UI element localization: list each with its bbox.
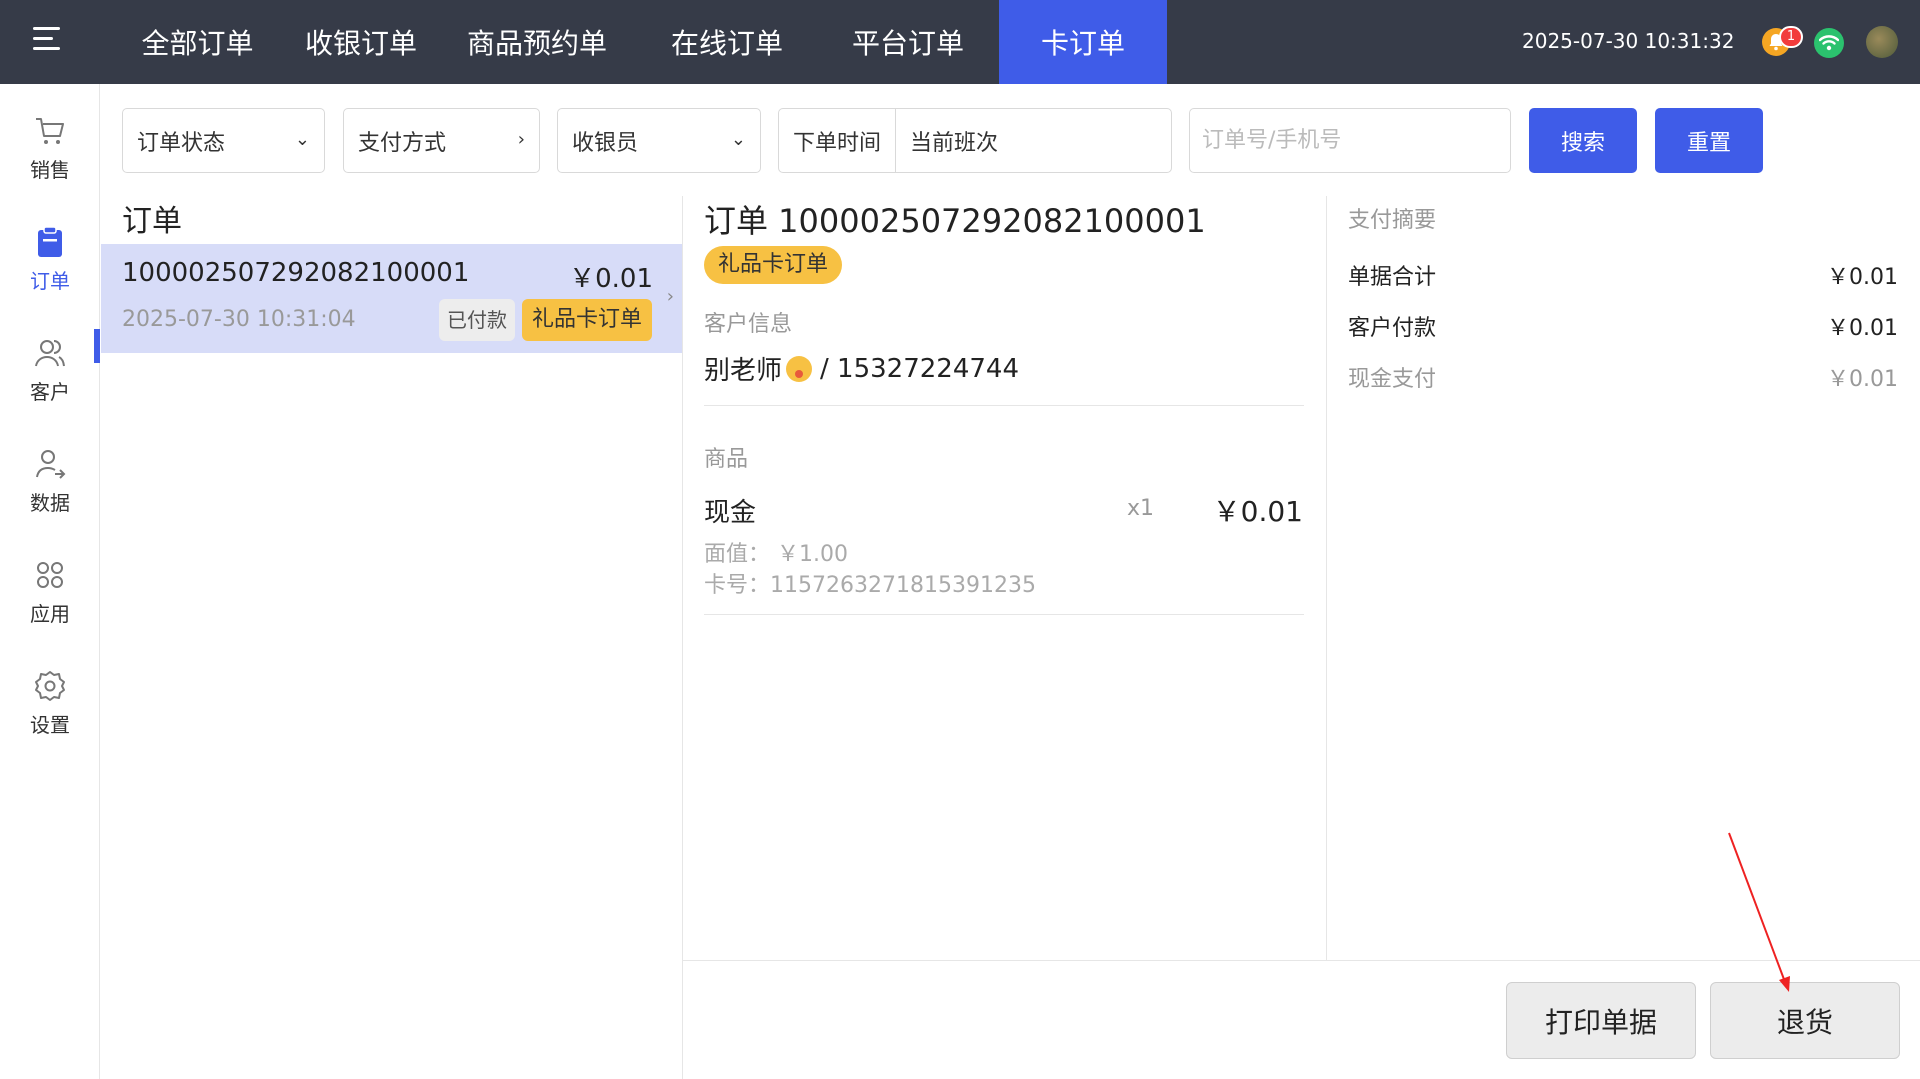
print-receipt-button[interactable]: 打印单据 <box>1506 982 1696 1059</box>
detail-title: 订单 100002507292082100001 <box>704 202 1206 240</box>
customer-info[interactable]: 别老师 / 15327224744 <box>704 350 1019 387</box>
cart-icon <box>36 118 64 144</box>
goods-label: 商品 <box>704 447 749 472</box>
order-type-badge: 礼品卡订单 <box>522 299 653 341</box>
payment-summary-title: 支付摘要 <box>1348 208 1437 233</box>
tab-online-orders[interactable]: 在线订单 <box>637 0 817 84</box>
active-indicator <box>94 329 100 363</box>
total-label: 单据合计 <box>1348 265 1437 290</box>
total-value: ￥0.01 <box>1827 265 1898 290</box>
payment-method-select[interactable]: 支付方式 › <box>343 108 540 173</box>
user-avatar[interactable] <box>1866 26 1898 58</box>
order-type-badge: 礼品卡订单 <box>704 246 843 284</box>
cashier-select[interactable]: 收银员 ⌄ <box>557 108 761 173</box>
customer-paid-label: 客户付款 <box>1348 316 1437 341</box>
item-quantity: x1 <box>1127 496 1155 521</box>
item-price: ￥0.01 <box>1212 495 1303 528</box>
apps-icon <box>37 562 63 588</box>
order-status-label: 订单状态 <box>137 130 226 156</box>
user-data-icon <box>36 450 66 479</box>
order-status-select[interactable]: 订单状态 ⌄ <box>122 108 325 173</box>
divider <box>704 614 1304 615</box>
top-bar: 全部订单 收银订单 商品预约单 在线订单 平台订单 卡订单 2025-07-30… <box>0 0 1920 84</box>
sidebar-label-settings: 设置 <box>30 713 70 737</box>
divider <box>682 196 683 1079</box>
chevron-down-icon: ⌄ <box>730 129 746 150</box>
sidebar-label-sales: 销售 <box>30 158 70 182</box>
sidebar-label-apps: 应用 <box>30 602 70 626</box>
sidebar-label-orders: 订单 <box>30 269 70 293</box>
tab-card-orders[interactable]: 卡订单 <box>999 0 1167 84</box>
sidebar: 销售 订单 客户 数据 应用 设置 <box>0 84 100 1079</box>
gear-icon <box>35 671 65 701</box>
sidebar-label-data: 数据 <box>30 491 70 515</box>
order-time-filter[interactable]: 下单时间 当前班次 <box>778 108 1172 173</box>
chevron-down-icon: ⌄ <box>294 129 310 150</box>
item-name: 现金 <box>704 498 757 528</box>
order-time-label: 下单时间 <box>793 130 882 156</box>
cash-payment-label: 现金支付 <box>1348 367 1437 392</box>
customer-paid-value: ￥0.01 <box>1827 316 1898 341</box>
refund-button[interactable]: 退货 <box>1710 982 1900 1059</box>
sidebar-item-orders[interactable]: 订单 <box>0 225 100 315</box>
customer-phone: / 15327224744 <box>820 353 1020 384</box>
cashier-label: 收银员 <box>572 130 639 156</box>
customer-name: 别老师 <box>704 356 783 386</box>
menu-icon[interactable] <box>33 27 60 51</box>
item-card-number: 卡号：1157263271815391235 <box>704 573 1036 598</box>
status-badge: 已付款 <box>439 299 515 341</box>
notification-badge: 1 <box>1779 26 1803 48</box>
wifi-icon[interactable] <box>1814 28 1844 58</box>
tab-platform-orders[interactable]: 平台订单 <box>817 0 999 84</box>
payment-method-label: 支付方式 <box>358 130 447 156</box>
tab-cashier-orders[interactable]: 收银订单 <box>285 0 437 84</box>
divider <box>1326 196 1327 960</box>
sidebar-item-apps[interactable]: 应用 <box>0 558 100 648</box>
divider <box>704 405 1304 406</box>
reset-button[interactable]: 重置 <box>1655 108 1763 173</box>
current-datetime: 2025-07-30 10:31:32 <box>1522 29 1735 53</box>
search-input[interactable] <box>1189 108 1511 173</box>
emoji-icon <box>786 355 813 382</box>
order-time: 2025-07-30 10:31:04 <box>122 307 356 332</box>
sidebar-item-customers[interactable]: 客户 <box>0 336 100 426</box>
order-list-title: 订单 <box>122 204 182 239</box>
tab-reservation-orders[interactable]: 商品预约单 <box>437 0 637 84</box>
sidebar-item-data[interactable]: 数据 <box>0 447 100 537</box>
clipboard-icon <box>38 226 62 257</box>
item-face-value: 面值： ￥1.00 <box>704 542 848 567</box>
chevron-right-icon: › <box>666 286 674 307</box>
cash-payment-value: ￥0.01 <box>1827 367 1898 392</box>
customers-icon <box>35 340 65 367</box>
sidebar-label-customers: 客户 <box>30 380 70 404</box>
sidebar-item-settings[interactable]: 设置 <box>0 669 100 759</box>
search-button[interactable]: 搜索 <box>1529 108 1637 173</box>
order-number: 100002507292082100001 <box>122 258 470 288</box>
order-type-tabs: 全部订单 收银订单 商品预约单 在线订单 平台订单 卡订单 <box>110 0 1167 84</box>
sidebar-item-sales[interactable]: 销售 <box>0 114 100 204</box>
chevron-right-icon: › <box>517 129 525 150</box>
order-time-value: 当前班次 <box>910 130 999 156</box>
customer-info-label: 客户信息 <box>704 312 793 337</box>
tab-all-orders[interactable]: 全部订单 <box>110 0 285 84</box>
list-item[interactable]: 100002507292082100001 ￥0.01 2025-07-30 1… <box>101 244 682 353</box>
divider <box>683 960 1920 961</box>
order-amount: ￥0.01 <box>569 264 653 294</box>
